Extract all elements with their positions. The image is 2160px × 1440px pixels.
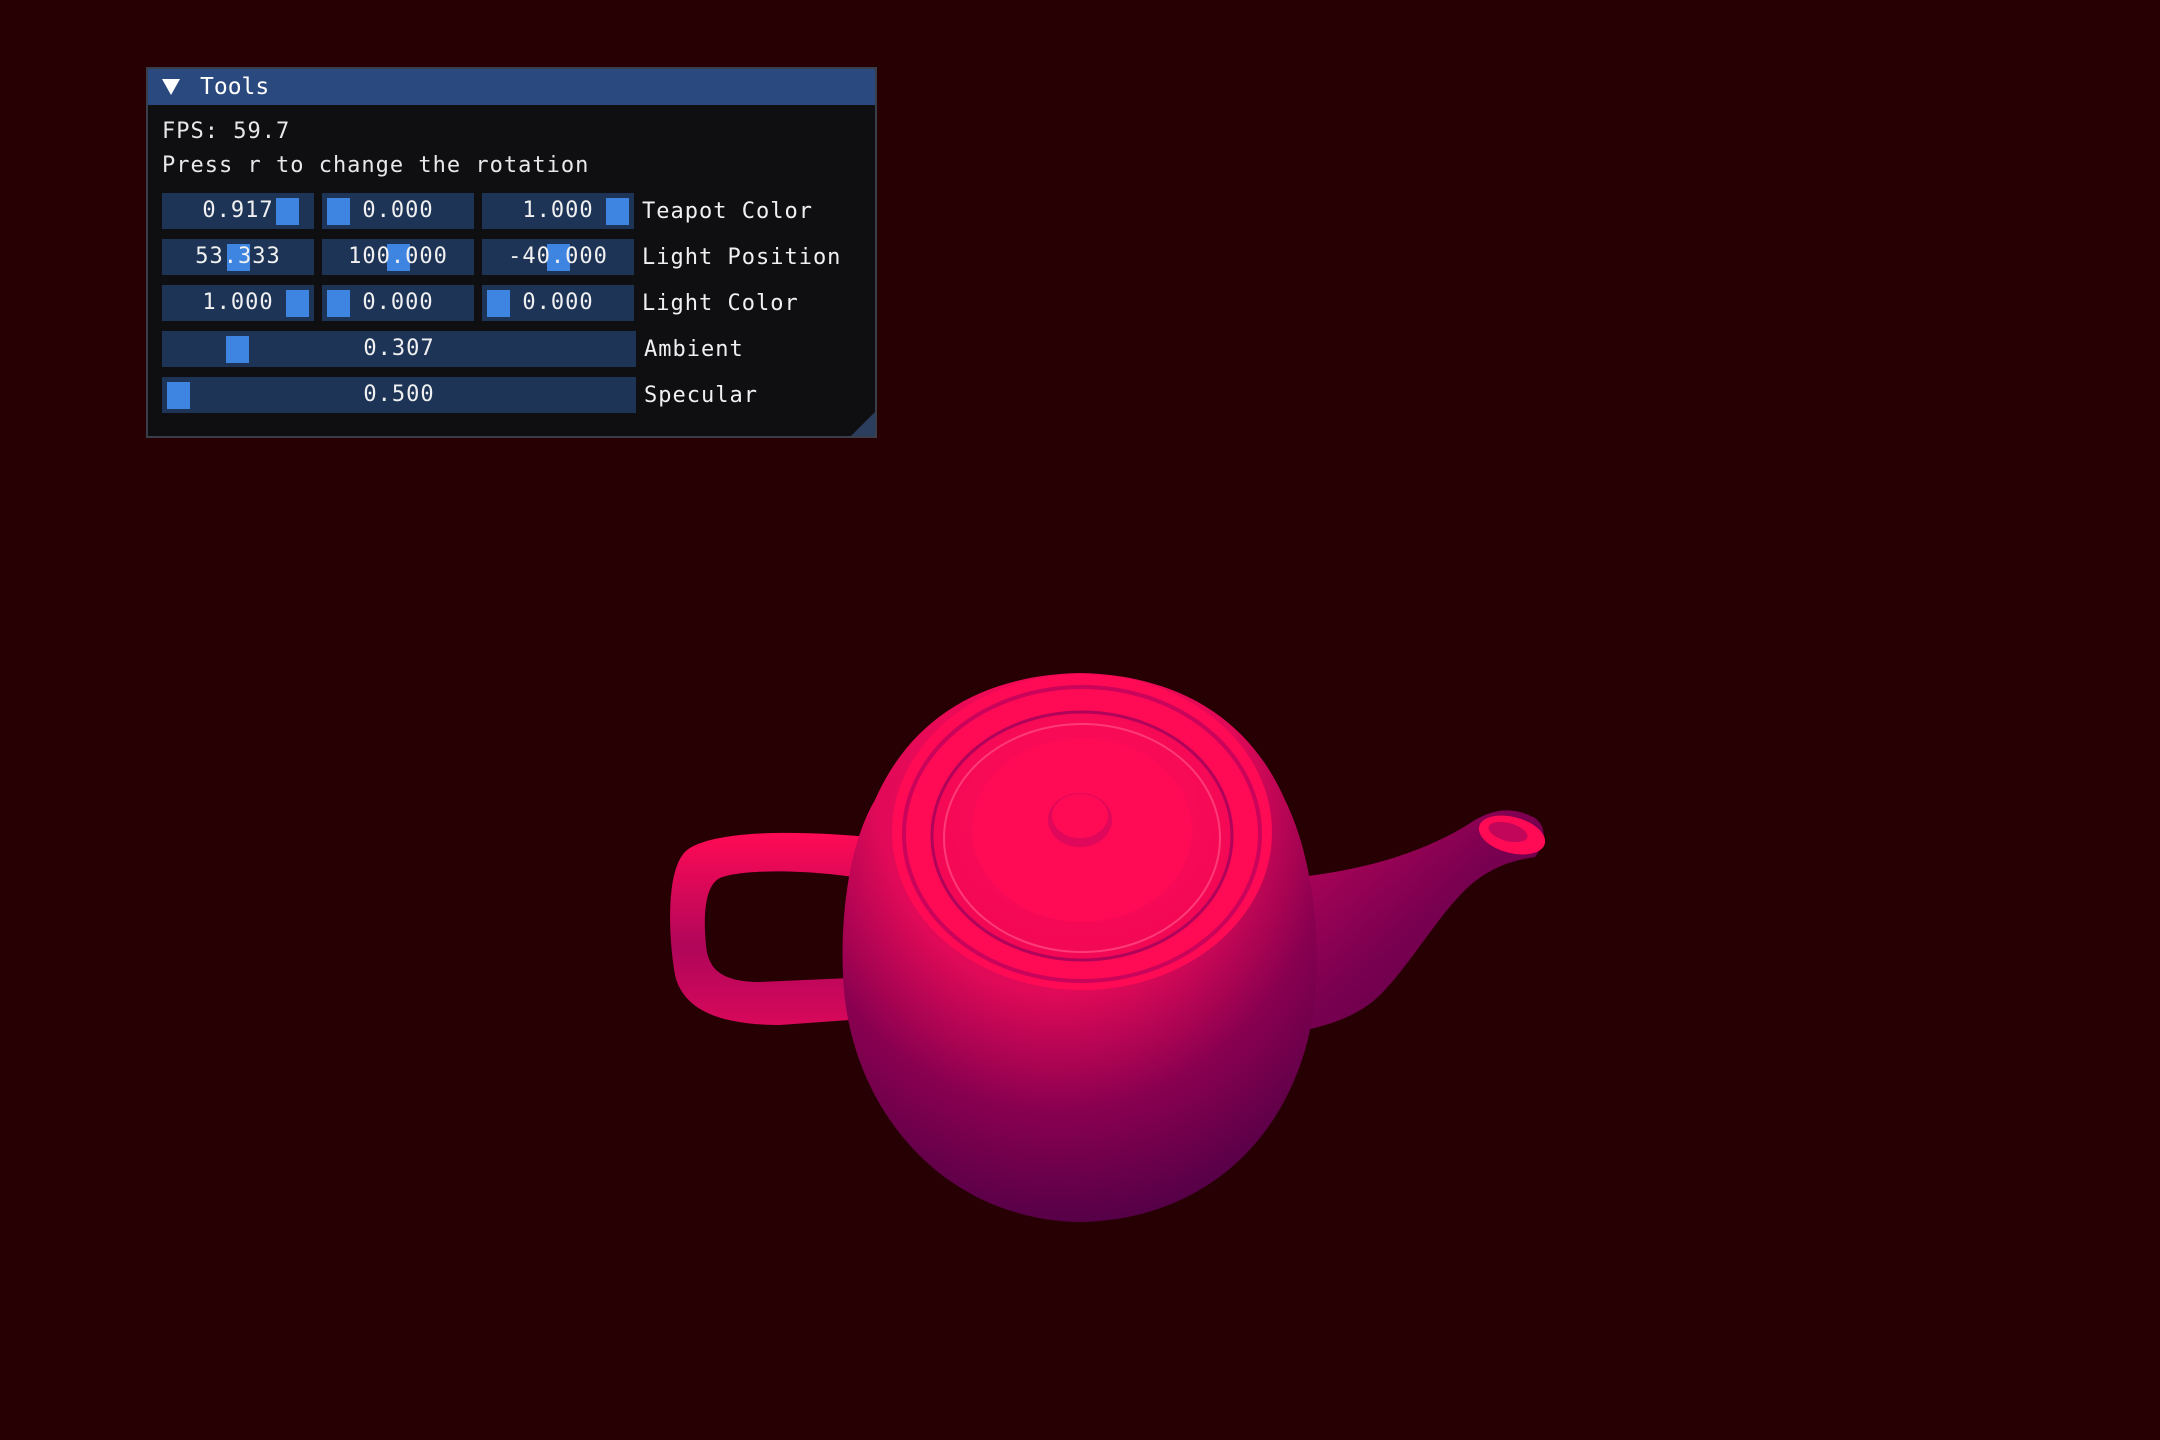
- teapot-color-r-slider[interactable]: 0.917: [162, 193, 314, 229]
- specular-slider[interactable]: 0.500: [162, 377, 636, 413]
- light-position-z-slider[interactable]: -40.000: [482, 239, 634, 275]
- triangle-down-icon[interactable]: [162, 79, 180, 95]
- slider-grab[interactable]: [276, 198, 300, 225]
- specular-label: Specular: [644, 382, 758, 408]
- tools-content: FPS: 59.7 Press r to change the rotation…: [148, 105, 875, 413]
- light-position-label: Light Position: [642, 244, 842, 270]
- slider-grab[interactable]: [167, 382, 190, 409]
- light-color-row: 1.000 0.000 0.000 Light Color: [162, 285, 861, 321]
- resize-grip[interactable]: [851, 412, 875, 436]
- fps-text: FPS: 59.7: [162, 119, 291, 144]
- tools-title-bar[interactable]: Tools: [148, 69, 875, 105]
- ambient-label: Ambient: [644, 336, 744, 362]
- teapot-color-b-slider[interactable]: 1.000: [482, 193, 634, 229]
- slider-grab[interactable]: [226, 336, 250, 363]
- specular-row: 0.500 Specular: [162, 377, 861, 413]
- hint-text: Press r to change the rotation: [162, 153, 590, 178]
- teapot-color-label: Teapot Color: [642, 198, 813, 224]
- slider-grab[interactable]: [487, 290, 510, 317]
- light-color-label: Light Color: [642, 290, 799, 316]
- light-position-x-slider[interactable]: 53.333: [162, 239, 314, 275]
- ambient-slider[interactable]: 0.307: [162, 331, 636, 367]
- light-color-r-slider[interactable]: 1.000: [162, 285, 314, 321]
- light-color-b-slider[interactable]: 0.000: [482, 285, 634, 321]
- teapot-color-row: 0.917 0.000 1.000 Teapot Color: [162, 193, 861, 229]
- light-position-y-slider[interactable]: 100.000: [322, 239, 474, 275]
- slider-grab[interactable]: [606, 198, 629, 225]
- slider-grab[interactable]: [327, 198, 350, 225]
- tools-window[interactable]: Tools FPS: 59.7 Press r to change the ro…: [146, 67, 877, 438]
- slider-grab[interactable]: [286, 290, 309, 317]
- ambient-row: 0.307 Ambient: [162, 331, 861, 367]
- window-title: Tools: [200, 74, 270, 100]
- slider-grab[interactable]: [327, 290, 350, 317]
- light-position-row: 53.333 100.000 -40.000 Light Position: [162, 239, 861, 275]
- teapot-color-g-slider[interactable]: 0.000: [322, 193, 474, 229]
- light-color-g-slider[interactable]: 0.000: [322, 285, 474, 321]
